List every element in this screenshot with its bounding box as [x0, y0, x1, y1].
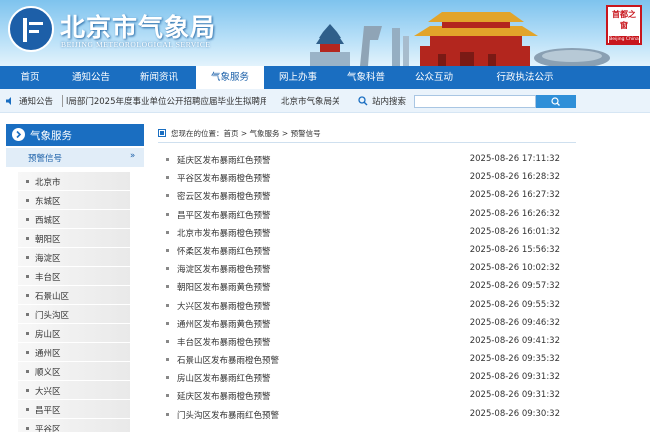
search-input[interactable] [414, 95, 536, 108]
sidebar-subheader-label: 预警信号 [28, 154, 63, 164]
alert-title[interactable]: 大兴区发布暴雨橙色预警 [177, 300, 271, 312]
alert-time: 2025-08-26 17:11:32 [469, 154, 560, 164]
alert-list: 延庆区发布暴雨红色预警 2025-08-26 17:11:32 平谷区发布暴雨橙色… [164, 151, 574, 424]
nav-item-interaction[interactable]: 公众互动 [400, 66, 468, 89]
sidebar-item-fengtai[interactable]: 丰台区 [18, 267, 130, 286]
breadcrumb-text[interactable]: 您现在的位置：首页 > 气象服务 > 预警信号 [171, 128, 321, 139]
site-subtitle: BEIJING METEOROLOGICAL SERVICE [61, 40, 211, 49]
list-item[interactable]: 延庆区发布暴雨红色预警 2025-08-26 17:11:32 [164, 151, 574, 169]
list-item[interactable]: 密云区发布暴雨橙色预警 2025-08-26 16:27:32 [164, 187, 574, 205]
alert-title[interactable]: 通州区发布暴雨黄色预警 [177, 318, 271, 330]
search-icon [358, 96, 368, 106]
list-item[interactable]: 石景山区发布暴雨橙色预警 2025-08-26 09:35:32 [164, 351, 574, 369]
sidebar-item-haidian[interactable]: 海淀区 [18, 248, 130, 267]
alert-time: 2025-08-26 10:02:32 [469, 263, 560, 274]
alert-title[interactable]: 房山区发布暴雨红色预警 [177, 372, 271, 384]
alert-time: 2025-08-26 15:56:32 [469, 244, 560, 255]
sidebar-item-fangshan[interactable]: 房山区 [18, 324, 130, 343]
alert-time: 2025-08-26 09:30:32 [469, 408, 560, 419]
alert-title[interactable]: 平谷区发布暴雨橙色预警 [177, 172, 271, 184]
sidebar-item-mentougou[interactable]: 门头沟区 [18, 305, 130, 324]
nav-item-enforcement[interactable]: 行政执法公示 [468, 66, 582, 89]
alert-time: 2025-08-26 16:27:32 [469, 190, 560, 201]
alert-time: 2025-08-26 09:46:32 [469, 317, 560, 328]
checkbox-icon [158, 129, 166, 137]
logo-icon[interactable] [8, 6, 54, 52]
breadcrumb-divider [158, 142, 576, 143]
nav-item-news[interactable]: 新闻资讯 [122, 66, 196, 89]
sidebar-subheader[interactable]: 预警信号 » [6, 148, 144, 167]
list-item[interactable]: 海淀区发布暴雨橙色预警 2025-08-26 10:02:32 [164, 260, 574, 278]
nav-item-online-services[interactable]: 网上办事 [264, 66, 332, 89]
alert-time: 2025-08-26 16:26:32 [469, 208, 560, 219]
badge-caption: Beijing China [609, 36, 639, 43]
alert-title[interactable]: 海淀区发布暴雨橙色预警 [177, 263, 271, 275]
alert-time: 2025-08-26 09:31:32 [469, 372, 560, 383]
alert-title[interactable]: 延庆区发布暴雨红色预警 [177, 154, 271, 166]
site-title[interactable]: 北京市气象局 [60, 8, 216, 44]
nav-item-science[interactable]: 气象科普 [332, 66, 400, 89]
speaker-icon [6, 97, 11, 105]
alert-time: 2025-08-26 09:31:32 [469, 390, 560, 401]
alert-title[interactable]: 延庆区发布暴雨橙色预警 [177, 390, 271, 402]
list-item[interactable]: 门头沟区发布暴雨红色预警 2025-08-26 09:30:32 [164, 406, 574, 424]
breadcrumb: 您现在的位置：首页 > 气象服务 > 预警信号 [158, 128, 576, 140]
notice-divider [62, 95, 63, 107]
sidebar-item-shijingshan[interactable]: 石景山区 [18, 286, 130, 305]
sidebar-item-chaoyang[interactable]: 朝阳区 [18, 229, 130, 248]
list-item[interactable]: 大兴区发布暴雨橙色预警 2025-08-26 09:55:32 [164, 297, 574, 315]
search-button[interactable] [536, 95, 576, 108]
badge-title: 首都之窗 [612, 10, 636, 30]
list-item[interactable]: 平谷区发布暴雨橙色预警 2025-08-26 16:28:32 [164, 169, 574, 187]
sidebar-title: 气象服务 [30, 130, 72, 142]
alert-title[interactable]: 密云区发布暴雨橙色预警 [177, 190, 271, 202]
main-nav: 首页 通知公告 新闻资讯 气象服务 网上办事 气象科普 公众互动 行政执法公示 [0, 66, 650, 89]
alert-time: 2025-08-26 09:57:32 [469, 281, 560, 292]
sidebar-item-xicheng[interactable]: 西城区 [18, 210, 130, 229]
notice-ticker-item-2[interactable]: 北京市气象局关于 [281, 95, 339, 107]
alert-title[interactable]: 石景山区发布暴雨橙色预警 [177, 354, 279, 366]
list-item[interactable]: 通州区发布暴雨黄色预警 2025-08-26 09:46:32 [164, 315, 574, 333]
notice-ticker-item[interactable]: l局部门2025年度事业单位公开招聘应届毕业生拟聘用人 [66, 95, 266, 107]
alert-time: 2025-08-26 16:28:32 [469, 172, 560, 183]
double-chevron-icon: » [130, 151, 136, 161]
alert-title[interactable]: 丰台区发布暴雨橙色预警 [177, 336, 271, 348]
alert-title[interactable]: 昌平区发布暴雨红色预警 [177, 209, 271, 221]
notice-label: 通知公告 [19, 97, 54, 107]
list-item[interactable]: 怀柔区发布暴雨红色预警 2025-08-26 15:56:32 [164, 242, 574, 260]
alert-title[interactable]: 朝阳区发布暴雨黄色预警 [177, 281, 271, 293]
alert-title[interactable]: 怀柔区发布暴雨红色预警 [177, 245, 271, 257]
sidebar-item-daxing[interactable]: 大兴区 [18, 381, 130, 400]
sidebar-header: 气象服务 [6, 124, 144, 146]
sidebar-item-tongzhou[interactable]: 通州区 [18, 343, 130, 362]
list-item[interactable]: 北京市发布暴雨橙色预警 2025-08-26 16:01:32 [164, 224, 574, 242]
chevron-right-icon [12, 128, 25, 141]
nav-item-home[interactable]: 首页 [0, 66, 60, 89]
nav-item-weather-services[interactable]: 气象服务 [196, 66, 264, 89]
sidebar-item-shunyi[interactable]: 顺义区 [18, 362, 130, 381]
sidebar-item-dongcheng[interactable]: 东城区 [18, 191, 130, 210]
alert-time: 2025-08-26 09:41:32 [469, 335, 560, 346]
nav-item-notices[interactable]: 通知公告 [60, 66, 122, 89]
list-item[interactable]: 朝阳区发布暴雨黄色预警 2025-08-26 09:57:32 [164, 278, 574, 296]
list-item[interactable]: 昌平区发布暴雨红色预警 2025-08-26 16:26:32 [164, 206, 574, 224]
sidebar-item-changping[interactable]: 昌平区 [18, 400, 130, 419]
alert-time: 2025-08-26 16:01:32 [469, 226, 560, 237]
site-header: 北京市气象局 BEIJING METEOROLOGICAL SERVICE 首都… [0, 0, 650, 66]
sidebar-item-beijing[interactable]: 北京市 [18, 172, 130, 191]
alert-time: 2025-08-26 09:35:32 [469, 354, 560, 365]
badge-icon[interactable]: 首都之窗 Beijing China [606, 5, 642, 45]
list-item[interactable]: 房山区发布暴雨红色预警 2025-08-26 09:31:32 [164, 369, 574, 387]
alert-title[interactable]: 门头沟区发布暴雨红色预警 [177, 409, 279, 421]
alert-time: 2025-08-26 09:55:32 [469, 299, 560, 310]
list-item[interactable]: 丰台区发布暴雨橙色预警 2025-08-26 09:41:32 [164, 333, 574, 351]
search-label: 站内搜索 [372, 97, 407, 107]
search-button-icon [551, 97, 560, 106]
list-item[interactable]: 延庆区发布暴雨橙色预警 2025-08-26 09:31:32 [164, 387, 574, 405]
alert-title[interactable]: 北京市发布暴雨橙色预警 [177, 227, 271, 239]
notice-bar: 通知公告 l局部门2025年度事业单位公开招聘应届毕业生拟聘用人 北京市气象局关… [0, 89, 650, 113]
sidebar-item-pinggu[interactable]: 平谷区 [18, 419, 130, 432]
sidebar-list: 北京市 东城区 西城区 朝阳区 海淀区 丰台区 石景山区 门头沟区 房山区 通州… [18, 172, 130, 432]
skyline-illustration [310, 12, 610, 66]
